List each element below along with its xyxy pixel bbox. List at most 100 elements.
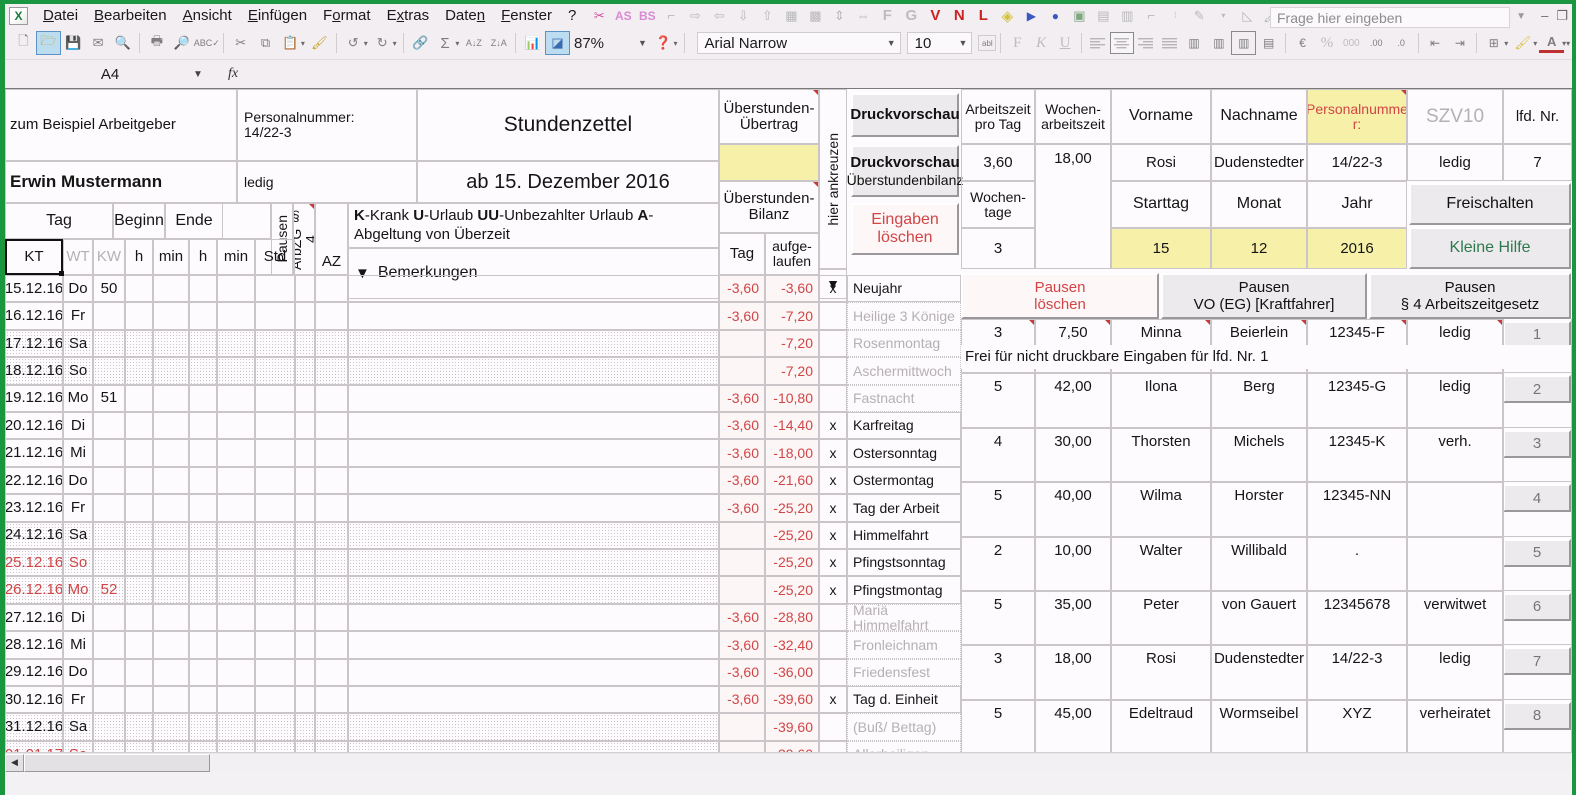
cell-kw[interactable] — [93, 439, 125, 467]
cell-ankreuzen[interactable] — [819, 658, 847, 686]
menu-bearbeiten[interactable]: Bearbeiten — [86, 5, 175, 26]
cell-ankreuzen[interactable]: x — [819, 466, 847, 495]
employer-cell[interactable]: zum Beispiel Arbeitgeber — [5, 89, 237, 161]
menu-extras[interactable]: Extras — [379, 5, 438, 26]
cell-input[interactable] — [315, 275, 348, 303]
drawing-icon[interactable]: ◪ — [545, 31, 570, 55]
cell-input[interactable] — [217, 686, 255, 714]
cell-input[interactable] — [295, 466, 315, 495]
cell-input[interactable] — [315, 521, 348, 549]
bs-icon[interactable]: BS — [636, 6, 658, 26]
cell-date[interactable]: 29.12.16 — [5, 658, 63, 686]
cell-input[interactable] — [153, 603, 189, 632]
cell-feiertag[interactable]: Mariä Himmelfahrt — [847, 603, 961, 632]
cell-input[interactable] — [315, 603, 348, 632]
cell-feiertag[interactable]: Aschermittwoch — [847, 357, 961, 385]
camera-icon[interactable]: ▥ — [1116, 6, 1138, 26]
cell-input[interactable] — [295, 521, 315, 549]
decrease-indent-icon[interactable]: ⇤ — [1423, 31, 1448, 55]
menu-einfuegen[interactable]: Einfügen — [240, 5, 315, 26]
cell-input[interactable] — [217, 658, 255, 686]
cell-input[interactable] — [217, 275, 255, 303]
wochenarbeitszeit-value-cell[interactable]: 18,00 — [1035, 144, 1111, 269]
cell-bemerkungen[interactable] — [348, 713, 719, 741]
employee-cell-pnr[interactable]: 12345-G — [1307, 373, 1407, 428]
cell-bemerkungen[interactable] — [348, 549, 719, 577]
cell-bemerkungen[interactable] — [348, 686, 719, 714]
percent-button[interactable]: % — [1315, 35, 1339, 52]
cell-input[interactable] — [315, 686, 348, 714]
cell-input[interactable] — [153, 412, 189, 440]
cell-date[interactable]: 22.12.16 — [5, 466, 63, 495]
cell-input[interactable] — [125, 384, 153, 412]
cell-input[interactable] — [189, 466, 217, 495]
font-color-icon[interactable]: A — [1539, 33, 1565, 53]
employee-name-cell[interactable]: Erwin Mustermann — [5, 161, 237, 203]
cell-input[interactable] — [315, 576, 348, 604]
cell-kw[interactable] — [93, 631, 125, 659]
cell-feiertag[interactable]: Himmelfahrt — [847, 521, 961, 549]
menu-daten[interactable]: Daten — [437, 5, 493, 26]
employee-cell-szv[interactable]: verwitwet — [1407, 591, 1503, 646]
employee-cell-vorname[interactable]: Ilona — [1111, 373, 1211, 428]
cell-date[interactable]: 16.12.16 — [5, 302, 63, 330]
text-box-icon[interactable]: abl — [978, 35, 997, 51]
format-painter-icon[interactable]: 🖌 — [307, 31, 332, 55]
cell-input[interactable] — [153, 521, 189, 549]
new-file-icon[interactable]: 🗋 — [11, 31, 36, 55]
cell-input[interactable] — [255, 302, 295, 330]
pen-icon[interactable]: ✎ — [1188, 6, 1210, 26]
cell-wt[interactable]: Di — [63, 412, 93, 440]
toolbar-overflow2-icon[interactable]: ▾ — [1566, 39, 1570, 48]
cell-wt[interactable]: Mo — [63, 576, 93, 604]
cell-feiertag[interactable]: (Buß/ Bettag) — [847, 713, 961, 741]
cell-ankreuzen[interactable] — [819, 302, 847, 330]
arrow-up-icon[interactable]: ⇧ — [756, 6, 778, 26]
menu-ansicht[interactable]: Ansicht — [175, 5, 240, 26]
personalnummer-value-cell[interactable]: 14/22-3 — [1307, 144, 1407, 181]
play-icon[interactable]: ▶ — [1020, 6, 1042, 26]
employee-cell-wtage[interactable]: 3 — [961, 645, 1035, 700]
cell-date[interactable]: 27.12.16 — [5, 603, 63, 632]
cell-wt[interactable]: Mi — [63, 439, 93, 467]
employee-cell-nachname[interactable]: von Gauert — [1211, 591, 1307, 646]
cell-input[interactable] — [295, 713, 315, 741]
cell-wt[interactable]: Do — [63, 658, 93, 686]
cell-ankreuzen[interactable] — [819, 384, 847, 412]
font-size-dropdown-icon[interactable]: ▼ — [959, 38, 968, 48]
note-row[interactable]: Frei für nicht druckbare Eingaben für lf… — [961, 345, 1571, 369]
name-box-dropdown-icon[interactable]: ▼ — [185, 69, 211, 80]
cell-input[interactable] — [125, 275, 153, 303]
employee-cell-nachname[interactable]: Willibald — [1211, 536, 1307, 591]
freischalten-button[interactable]: Freischalten — [1409, 183, 1571, 225]
cell-feiertag[interactable]: Ostersonntag — [847, 439, 961, 467]
cell-date[interactable]: 15.12.16 — [5, 275, 63, 303]
cell-date[interactable]: 17.12.16 — [5, 329, 63, 358]
cell-input[interactable] — [189, 275, 217, 303]
restore-button[interactable]: ❐ — [1556, 8, 1568, 24]
zoom-dropdown-icon[interactable]: ▼ — [638, 38, 647, 48]
cell-input[interactable] — [295, 412, 315, 440]
cell-input[interactable] — [189, 329, 217, 358]
align-justify-button[interactable] — [1158, 32, 1182, 54]
cell-feiertag[interactable]: Pfingstsonntag — [847, 549, 961, 577]
cell-kw[interactable]: 51 — [93, 384, 125, 412]
employee-cell-vorname[interactable]: Edeltraud — [1111, 699, 1211, 755]
cell-date[interactable]: 26.12.16 — [5, 576, 63, 604]
cell-input[interactable] — [295, 439, 315, 467]
cell-feiertag[interactable]: Friedensfest — [847, 658, 961, 686]
sheet-title-cell[interactable]: Stundenzettel — [417, 89, 719, 161]
employee-cell-szv[interactable]: verheiratet — [1407, 699, 1503, 755]
cell-input[interactable] — [255, 384, 295, 412]
cell-bemerkungen[interactable] — [348, 658, 719, 686]
employee-cell-szv[interactable] — [1407, 536, 1503, 591]
cell-ankreuzen[interactable] — [819, 603, 847, 632]
grid2-icon[interactable]: ▩ — [804, 6, 826, 26]
cell-input[interactable] — [125, 631, 153, 659]
employee-cell-nachname[interactable]: Dudenstedter — [1211, 645, 1307, 700]
currency-icon[interactable]: € — [1290, 31, 1315, 55]
cell-input[interactable] — [125, 412, 153, 440]
cell-input[interactable] — [217, 329, 255, 358]
pausen-vo-eg-button[interactable]: Pausen VO (EG) [Kraftfahrer] — [1161, 273, 1367, 319]
cell-kw[interactable] — [93, 302, 125, 330]
